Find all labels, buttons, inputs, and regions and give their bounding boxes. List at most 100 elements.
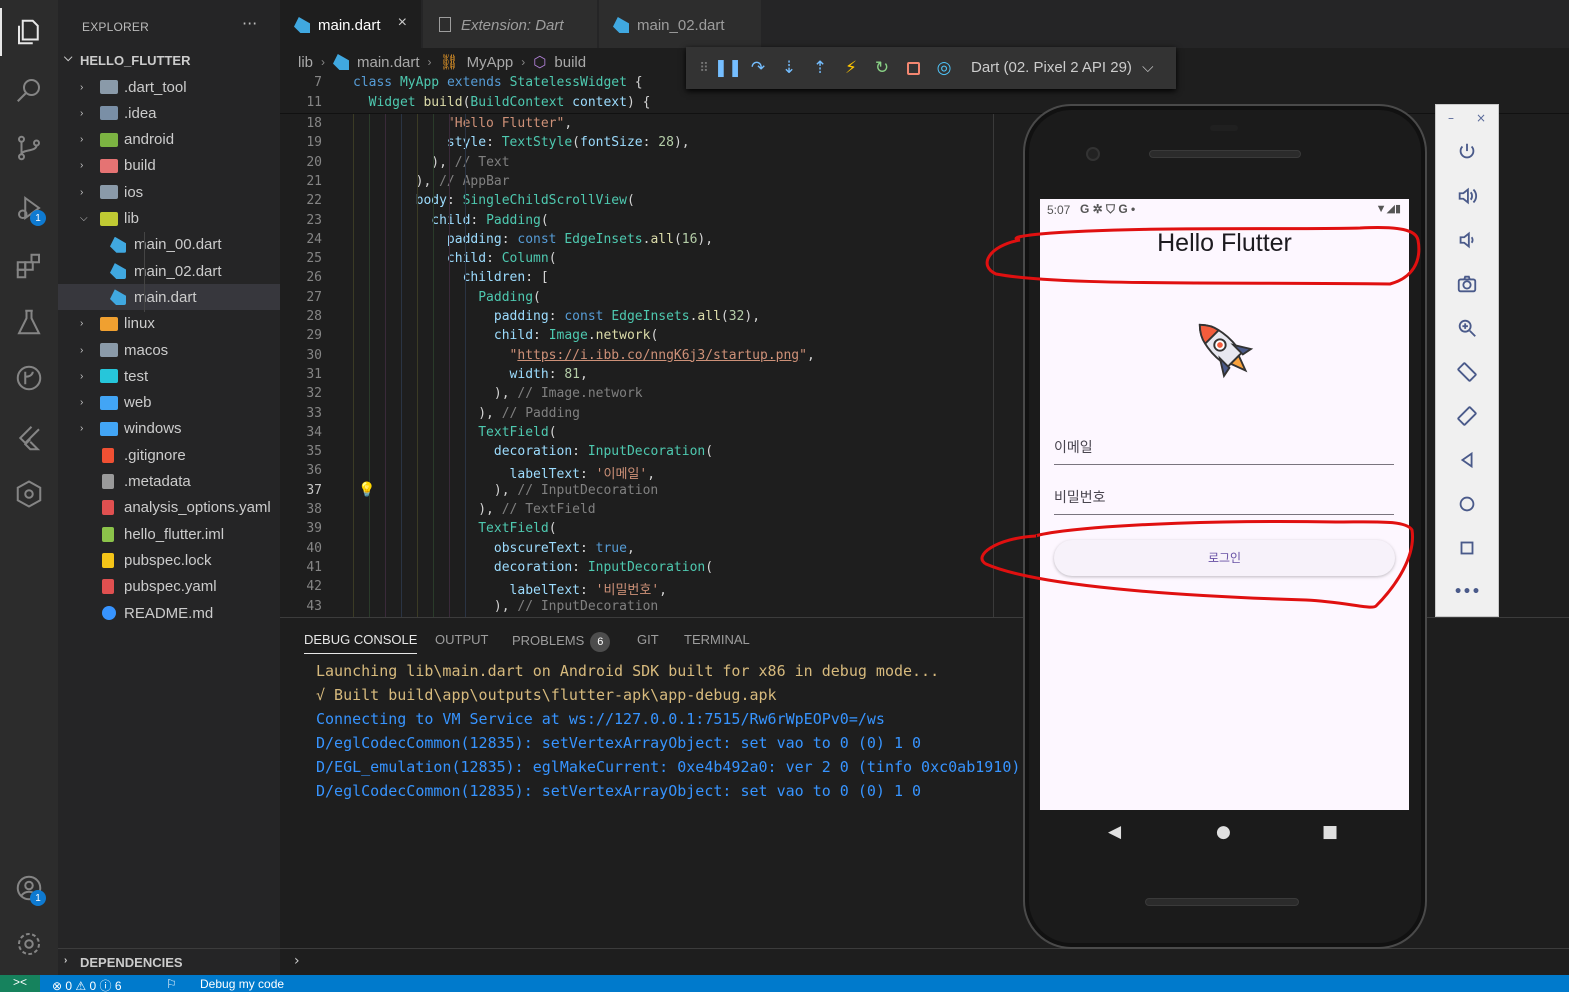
login-button[interactable]: 로그인: [1054, 540, 1395, 576]
step-out-icon[interactable]: ⇡: [810, 58, 830, 78]
line-number: 39: [306, 521, 322, 537]
chevron-right-icon[interactable]: ›: [294, 953, 300, 969]
tree-item[interactable]: › ios: [58, 179, 280, 205]
remote-icon[interactable]: ><: [0, 975, 40, 992]
line-number: 34: [306, 424, 322, 440]
pause-icon[interactable]: ❚❚: [714, 58, 743, 78]
debug-target-select[interactable]: Dart (02. Pixel 2 API 29) ⌵: [971, 59, 1153, 76]
top-speaker: [1149, 150, 1301, 158]
status-bar: >< ⊗ 0 ⚠ 0 ⓘ 6 ⚐ Debug my code: [0, 975, 1569, 992]
helm-icon[interactable]: [0, 470, 58, 518]
code-text: Padding(: [478, 289, 541, 305]
tab-main-02-dart[interactable]: main_02.dart: [599, 0, 762, 48]
tab-debug-console[interactable]: DEBUG CONSOLE: [304, 632, 418, 654]
run-debug-icon[interactable]: 1: [0, 184, 58, 232]
camera-icon[interactable]: [1436, 269, 1498, 299]
recents-nav-button[interactable]: ■: [1322, 822, 1338, 842]
step-into-icon[interactable]: ⇣: [779, 58, 799, 78]
breadcrumb-method[interactable]: build: [554, 54, 586, 71]
rotate-right-icon[interactable]: [1436, 401, 1498, 431]
hot-reload-icon[interactable]: ⚡: [841, 58, 861, 78]
git-graph-icon[interactable]: [0, 354, 58, 402]
phone-screen[interactable]: 5:07 G ✲ ⛉ G • ▼◢▮ Hello Flutter 이메일 비밀번…: [1040, 199, 1409, 810]
line-number: 22: [306, 193, 322, 209]
bottom-speaker: [1145, 898, 1299, 906]
tree-item[interactable]: › build: [58, 153, 280, 179]
volume-up-icon[interactable]: [1436, 181, 1498, 211]
rocket-image: [1186, 311, 1262, 387]
tree-item[interactable]: README.md: [58, 600, 280, 626]
back-nav-button[interactable]: ◀: [1108, 822, 1121, 842]
step-over-icon[interactable]: ↷: [748, 58, 768, 78]
tree-item[interactable]: › linux: [58, 311, 280, 337]
tree-item[interactable]: main_02.dart: [58, 258, 280, 284]
code-text: ), // InputDecoration: [493, 598, 659, 614]
volume-down-icon[interactable]: [1436, 225, 1498, 255]
dependencies-section[interactable]: › DEPENDENCIES: [58, 948, 280, 975]
minimize-button[interactable]: –: [1448, 111, 1454, 125]
tab-problems[interactable]: PROBLEMS 6: [512, 632, 611, 652]
back-icon[interactable]: [1436, 445, 1498, 475]
more-actions-icon[interactable]: ···: [242, 14, 257, 33]
gear-icon[interactable]: [0, 920, 58, 968]
flutter-icon[interactable]: [0, 414, 58, 462]
overview-icon[interactable]: [1436, 533, 1498, 563]
folder-icon: [100, 211, 118, 226]
tree-item[interactable]: › android: [58, 127, 280, 153]
tree-item[interactable]: main.dart: [58, 284, 280, 311]
restart-icon[interactable]: ↻: [872, 58, 892, 78]
zoom-icon[interactable]: [1436, 313, 1498, 343]
drag-handle-icon[interactable]: ⠿: [694, 58, 714, 78]
close-button[interactable]: ×: [1476, 111, 1486, 125]
tree-item[interactable]: › windows: [58, 416, 280, 442]
tree-item[interactable]: .gitignore: [58, 442, 280, 468]
problems-status[interactable]: ⊗ 0 ⚠ 0 ⓘ 6: [52, 977, 122, 992]
tree-item[interactable]: › test: [58, 363, 280, 389]
close-icon[interactable]: ×: [398, 14, 407, 32]
home-icon[interactable]: [1436, 489, 1498, 519]
tree-item[interactable]: ⌵ lib: [58, 206, 280, 232]
tree-item[interactable]: › .idea: [58, 100, 280, 126]
extensions-icon[interactable]: [0, 242, 58, 290]
folder-icon: [100, 80, 118, 94]
account-icon[interactable]: 1: [0, 864, 58, 912]
source-control-icon[interactable]: [0, 124, 58, 172]
tree-item[interactable]: .metadata: [58, 469, 280, 495]
tab-terminal[interactable]: TERMINAL: [684, 632, 750, 647]
tab-output[interactable]: OUTPUT: [435, 632, 488, 647]
breadcrumb-class[interactable]: MyApp: [467, 54, 514, 71]
more-icon[interactable]: •••: [1436, 577, 1498, 607]
power-icon[interactable]: [1436, 137, 1498, 167]
breadcrumb-lib[interactable]: lib: [298, 54, 313, 71]
debug-status[interactable]: Debug my code: [200, 977, 284, 991]
project-root[interactable]: ⌵ HELLO_FLUTTER: [58, 50, 280, 72]
rotate-left-icon[interactable]: [1436, 357, 1498, 387]
tree-item[interactable]: pubspec.lock: [58, 547, 280, 573]
beaker-icon[interactable]: [0, 298, 58, 346]
tab-main-dart[interactable]: main.dart ×: [280, 0, 422, 48]
tab-extension-dart[interactable]: Extension: Dart: [423, 0, 598, 48]
tree-item[interactable]: › macos: [58, 337, 280, 363]
file-file-icon: [102, 474, 114, 489]
tree-item[interactable]: › web: [58, 390, 280, 416]
tree-item[interactable]: pubspec.yaml: [58, 574, 280, 600]
search-icon[interactable]: [0, 66, 58, 114]
tree-item[interactable]: hello_flutter.iml: [58, 521, 280, 547]
devtools-icon[interactable]: ◎: [934, 58, 954, 78]
tree-item[interactable]: analysis_options.yaml: [58, 495, 280, 521]
home-nav-button[interactable]: ●: [1216, 822, 1231, 842]
debug-icon[interactable]: ⚐: [166, 977, 177, 991]
files-icon[interactable]: [0, 8, 58, 56]
tree-item[interactable]: › .dart_tool: [58, 74, 280, 100]
password-field[interactable]: 비밀번호: [1054, 475, 1394, 515]
line-number: 24: [306, 231, 322, 247]
tree-item[interactable]: main_00.dart: [58, 232, 280, 258]
tree-item-label: macos: [124, 341, 169, 359]
breadcrumb-file[interactable]: main.dart: [357, 54, 420, 71]
email-field[interactable]: 이메일: [1054, 425, 1394, 465]
lightbulb-icon[interactable]: 💡: [358, 482, 375, 498]
line-number: 30: [306, 347, 322, 363]
tab-git[interactable]: GIT: [637, 632, 659, 647]
code-text: ), // AppBar: [415, 173, 510, 189]
stop-icon[interactable]: [903, 58, 923, 78]
